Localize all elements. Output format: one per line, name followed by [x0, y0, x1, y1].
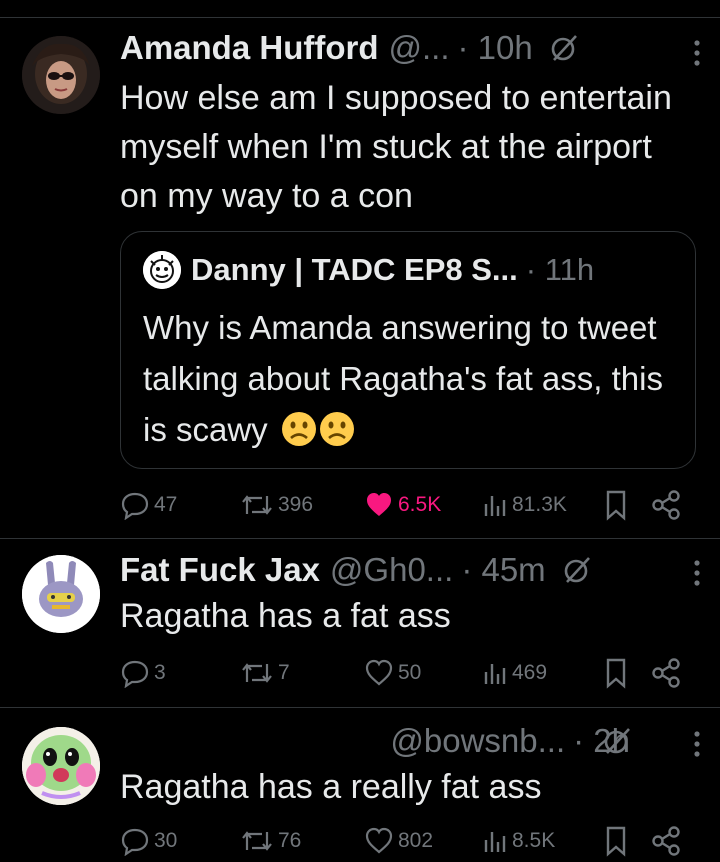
- repost-count: 7: [278, 661, 290, 684]
- reply-icon: [121, 492, 149, 520]
- display-name[interactable]: Fat Fuck Jax: [120, 551, 320, 589]
- tweet-1[interactable]: Amanda Hufford @... · 10h How else am I …: [0, 0, 720, 540]
- frowning-face-emoji-icon: [319, 412, 354, 446]
- timestamp[interactable]: · 10h: [458, 29, 533, 67]
- quote-text: Why is Amanda answering to tweet talking…: [143, 302, 675, 455]
- bookmark-icon[interactable]: [605, 657, 627, 689]
- user-handle[interactable]: @bowsnb...: [390, 722, 565, 760]
- more-options-icon[interactable]: [692, 729, 702, 759]
- repost-icon: [242, 495, 272, 515]
- reply-button[interactable]: 30: [120, 821, 177, 861]
- repost-count: 76: [278, 829, 302, 852]
- tweet-actions: 3 7 50 469: [120, 653, 700, 693]
- views-icon: [484, 664, 506, 684]
- reply-button[interactable]: 47: [120, 485, 177, 525]
- views-button[interactable]: 8.5K: [482, 821, 555, 861]
- tweet-3[interactable]: @bowsnb... · 2h Ragatha has a really fat…: [0, 707, 720, 862]
- bookmark-icon[interactable]: [605, 489, 627, 521]
- display-name[interactable]: Amanda Hufford: [120, 29, 379, 67]
- views-count: 81.3K: [512, 493, 567, 516]
- like-count: 50: [398, 661, 422, 684]
- views-icon: [484, 832, 506, 852]
- views-count: 469: [512, 661, 548, 684]
- grok-icon[interactable]: [549, 33, 579, 63]
- views-button[interactable]: 81.3K: [482, 485, 567, 525]
- like-button[interactable]: 802: [364, 821, 433, 861]
- tweet-text: Ragatha has a really fat ass: [120, 768, 542, 806]
- views-button[interactable]: 469: [482, 653, 547, 693]
- like-count: 6.5K: [398, 493, 442, 516]
- more-options-icon[interactable]: [692, 558, 702, 588]
- heart-icon: [365, 659, 393, 686]
- like-count: 802: [398, 829, 434, 852]
- tweet-text: How else am I supposed to entertain myse…: [120, 79, 672, 215]
- tweet-actions: 30 76 802 8.5K: [120, 821, 700, 861]
- tweet-header: Fat Fuck Jax @Gh0... · 45m: [120, 548, 700, 592]
- repost-count: 396: [278, 493, 314, 516]
- avatar[interactable]: [22, 555, 100, 633]
- heart-filled-icon: [367, 493, 391, 516]
- reply-count: 3: [154, 661, 166, 684]
- like-button[interactable]: 6.5K: [364, 485, 441, 525]
- repost-button[interactable]: 76: [240, 821, 301, 861]
- quote-avatar-image: [143, 251, 181, 289]
- avatar[interactable]: [22, 727, 100, 805]
- quote-header: Danny | TADC EP8 S... · 11h: [143, 250, 594, 290]
- timestamp[interactable]: · 45m: [461, 551, 545, 589]
- share-icon[interactable]: [650, 825, 682, 857]
- tweet-header: @bowsnb... · 2h: [120, 719, 630, 763]
- avatar-image: [22, 36, 100, 114]
- avatar[interactable]: [22, 36, 100, 114]
- quoted-tweet[interactable]: Danny | TADC EP8 S... · 11h Why is Amand…: [120, 231, 696, 469]
- quote-timestamp: · 11h: [525, 252, 595, 287]
- reply-icon: [121, 828, 149, 856]
- quote-display-name: Danny | TADC EP8 S...: [191, 252, 518, 287]
- repost-button[interactable]: 396: [240, 485, 313, 525]
- reply-count: 47: [154, 493, 178, 516]
- tweet-header: Amanda Hufford @... · 10h: [120, 26, 700, 70]
- tweet-actions: 47 396 6.5K 81.3K: [120, 485, 700, 525]
- share-icon[interactable]: [650, 657, 682, 689]
- bookmark-icon[interactable]: [605, 825, 627, 857]
- heart-icon: [365, 827, 393, 854]
- repost-icon: [242, 831, 272, 851]
- grok-icon[interactable]: [562, 555, 592, 585]
- grok-icon[interactable]: [602, 726, 632, 756]
- reply-count: 30: [154, 829, 178, 852]
- tweet-text: Ragatha has a fat ass: [120, 597, 451, 635]
- quote-avatar: [143, 251, 181, 289]
- repost-button[interactable]: 7: [240, 653, 290, 693]
- reply-button[interactable]: 3: [120, 653, 166, 693]
- repost-icon: [242, 663, 272, 683]
- share-icon[interactable]: [650, 489, 682, 521]
- more-options-icon[interactable]: [692, 38, 702, 68]
- quote-text-content: Why is Amanda answering to tweet talking…: [143, 309, 663, 448]
- views-icon: [484, 496, 506, 516]
- tweet-2[interactable]: Fat Fuck Jax @Gh0... · 45m Ragatha has a…: [0, 538, 720, 708]
- views-count: 8.5K: [512, 829, 556, 852]
- reply-icon: [121, 660, 149, 688]
- frowning-face-emoji-icon: [281, 412, 316, 446]
- user-handle[interactable]: @...: [389, 29, 450, 67]
- user-handle[interactable]: @Gh0...: [330, 551, 453, 589]
- like-button[interactable]: 50: [364, 653, 421, 693]
- avatar-image: [22, 555, 100, 633]
- avatar-image: [22, 727, 100, 805]
